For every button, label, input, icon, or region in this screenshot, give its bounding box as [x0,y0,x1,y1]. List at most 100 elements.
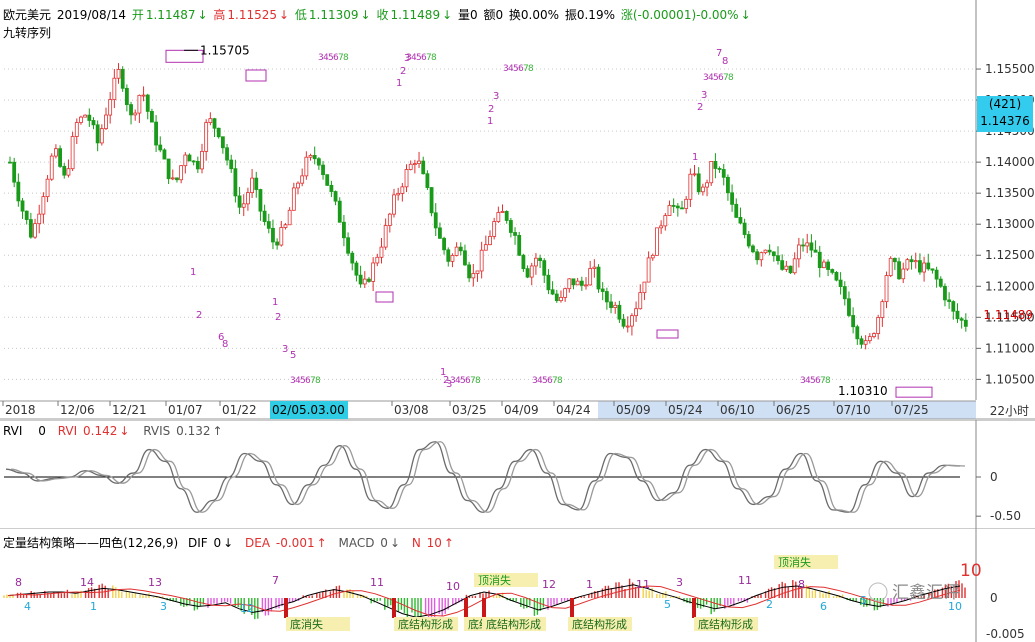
candle-body [346,237,350,254]
candlestick-chart[interactable]: 1.155001.150001.145001.140001.135001.130… [0,0,1035,400]
structure-annotation: 底消失 [290,617,323,631]
turnover-value: 换0.00% [508,8,560,22]
candle-body [738,217,743,224]
candle-body [776,255,780,262]
candle-body [575,280,580,286]
structure-strategy-pane[interactable]: 100-0.005底消失底结构形成底结构形成底结构形成底结构形成底结构形成顶消失… [0,528,1035,642]
candle-body [684,198,689,209]
candle-body [788,265,793,274]
candle-body [433,212,438,229]
time-axis[interactable]: 2018 12/06 12/21 01/07 01/22 03/08 03/25 04/09 0… [0,400,1035,420]
candle-body [584,284,588,287]
candle-body [154,121,158,146]
macd-trend: ↓ [389,536,400,550]
candle-body [755,251,760,261]
x-tick-label: 06/10 [720,403,755,417]
x-crosshair-date: 02/05.03.00 [272,403,345,417]
candle-body [316,158,321,166]
candle-body [33,223,37,238]
structure-signal-bar [570,598,574,618]
candle-body [254,177,259,190]
x-tick-label: 12/21 [112,403,147,417]
candle-body [137,94,142,114]
rvi-title: RVI [3,424,23,438]
x-tick-label: 03/25 [452,403,487,417]
count-label: 8 [798,578,805,591]
y-tick-label: 1.12000 [985,279,1035,293]
x-tick-label: 06/25 [776,403,811,417]
td-count-label: 3 [701,90,707,101]
candle-body [379,246,384,258]
candle-body [99,128,104,144]
candle-body [425,173,430,188]
candle-body [296,182,300,189]
symbol-name: 欧元美元 [3,8,52,22]
open-value: 1.11487 [145,8,196,22]
dea-name: DEA [245,536,271,550]
dif-trend: ↓ [223,536,234,550]
rvis-series-value: 0.132 [176,424,211,438]
rvi-param: 0 [38,424,46,438]
candle-body [834,271,839,281]
candle-body [534,257,538,267]
candle-body [817,251,822,269]
candle-body [943,285,947,301]
td-count-label: 1 [190,267,196,278]
y-tick-label: 1.13000 [985,217,1035,231]
candle-body [667,205,672,216]
candle-body [842,286,847,300]
structure-annotation: 底结构形成 [398,617,453,631]
candle-body [892,257,897,263]
candle-body [646,257,651,283]
candle-body [438,227,442,239]
candle-body [463,250,467,266]
candle-body [429,187,434,214]
candle-body [588,268,593,286]
n-name: N [411,536,421,550]
candle-body [650,254,655,259]
candle-body [195,160,200,170]
x-tick-label: 2018 [5,403,36,417]
indicator-title: 九转序列 [3,26,52,40]
candle-body [771,251,776,257]
candle-body [141,94,146,97]
candle-body [291,187,296,211]
candle-body [655,227,659,256]
rvi-pane[interactable]: 0 -0.50 RVI 0 RVI 0.142 ↓ RVIS 0.132 ↑ [0,420,1035,528]
macd-neg-label: -0.005 [986,627,1025,641]
candle-body [354,262,359,276]
candle-body [112,77,117,100]
candle-body [170,177,175,180]
candle-body [312,155,317,160]
x-tick-label: 07/25 [894,403,929,417]
td-count-label: 5 [290,350,296,361]
macd-value: 0 [380,536,388,550]
count-label: 1 [586,578,593,591]
count-label: 8 [15,576,22,589]
candle-body [504,211,509,221]
candle-body [120,69,125,89]
candle-body [751,245,755,253]
candle-body [726,176,730,194]
high-price-label: 1.15705 [200,43,250,57]
count-label: 13 [148,576,162,589]
td-sequence-digit: 8 [475,376,481,386]
candle-body [187,154,192,162]
candle-body [909,259,914,263]
price-chart-pane[interactable]: 1.155001.150001.145001.140001.135001.130… [0,0,1035,400]
count-label: 2 [766,598,773,611]
change-value: 涨(-0.00001)-0.00% ↓ [620,8,751,22]
macd-zero-label: 0 [990,591,998,605]
candle-body [859,338,864,345]
count-label: 14 [80,576,94,589]
candle-body [876,317,881,334]
candle-body [333,191,338,202]
candle-body [37,213,42,225]
candle-body [905,259,910,270]
candle-body [563,288,568,298]
bar-date: 2019/08/14 [56,8,127,22]
candle-body [888,257,893,277]
candle-body [951,301,956,312]
timeframe-label[interactable]: 22小时 [990,402,1029,419]
candle-body [734,203,739,218]
